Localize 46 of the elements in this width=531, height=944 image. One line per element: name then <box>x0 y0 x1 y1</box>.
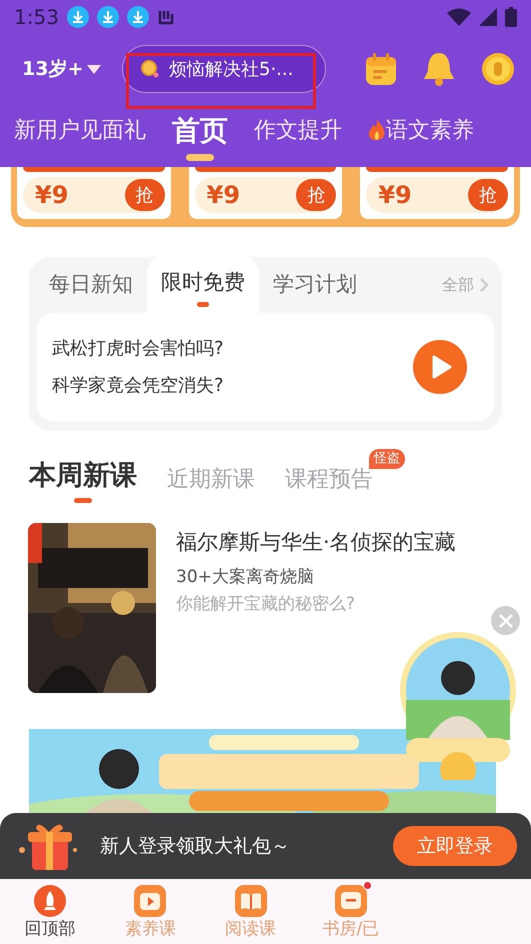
tv-icon <box>134 885 166 917</box>
battery-icon <box>505 7 517 27</box>
bell-icon[interactable] <box>423 51 455 87</box>
grab-button[interactable]: 抢 <box>296 179 336 211</box>
daily-tab[interactable]: 学习计划 <box>273 269 357 301</box>
signal-icon <box>479 8 497 26</box>
app-icon <box>156 8 175 26</box>
screen-icon <box>334 885 367 917</box>
grab-button[interactable]: 抢 <box>468 179 508 211</box>
question-text[interactable]: 武松打虎时会害怕吗? <box>52 335 412 362</box>
rocket-icon <box>34 885 66 917</box>
download-icon <box>96 6 119 28</box>
course-tab[interactable]: 本周新课 <box>29 456 137 503</box>
category-tab[interactable]: 首页 <box>172 110 228 161</box>
deal-price: ¥9 <box>378 180 412 211</box>
deal-price: ¥9 <box>206 180 240 211</box>
category-tab[interactable]: 作文提升 <box>254 110 342 147</box>
grab-button[interactable]: 抢 <box>124 179 165 211</box>
close-icon <box>498 614 512 628</box>
login-promo-text: 新人登录领取大礼包～ <box>100 834 291 859</box>
play-button[interactable] <box>412 339 468 395</box>
deal-price: ¥9 <box>35 180 68 211</box>
course-description: 你能解开宝藏的秘密么? <box>176 593 356 616</box>
calendar-icon[interactable] <box>365 52 397 86</box>
course-tab[interactable]: 近期新课 <box>167 463 255 503</box>
coin-icon[interactable] <box>481 52 515 86</box>
daily-tab[interactable]: 限时免费 <box>147 254 259 313</box>
book-icon <box>234 885 267 917</box>
chevron-icon <box>480 278 488 292</box>
category-tab[interactable]: 新用户见面礼 <box>14 110 146 147</box>
nav-item[interactable]: 回顶部 <box>0 879 100 944</box>
download-icon <box>66 6 89 28</box>
age-selector[interactable]: 13岁+ <box>22 54 122 84</box>
login-button[interactable]: 立即登录 <box>393 826 517 866</box>
daily-tab[interactable]: 每日新知 <box>49 269 133 301</box>
category-tab[interactable]: 语文素养 <box>368 110 474 147</box>
question-text[interactable]: 科学家竟会凭空消失? <box>52 372 412 399</box>
tag-badge: 怪盗 <box>369 449 405 468</box>
download-icon <box>126 6 149 28</box>
course-subtitle: 30+大案离奇烧脑 <box>176 566 315 588</box>
search-field[interactable]: 烦恼解决社5·... <box>122 45 326 93</box>
wifi-icon <box>447 8 471 26</box>
caret-icon <box>87 64 102 74</box>
course-title[interactable]: 福尔摩斯与华生·名侦探的宝藏 <box>176 527 456 558</box>
search-icon <box>140 59 160 79</box>
status-time: 1:53 <box>14 4 59 31</box>
